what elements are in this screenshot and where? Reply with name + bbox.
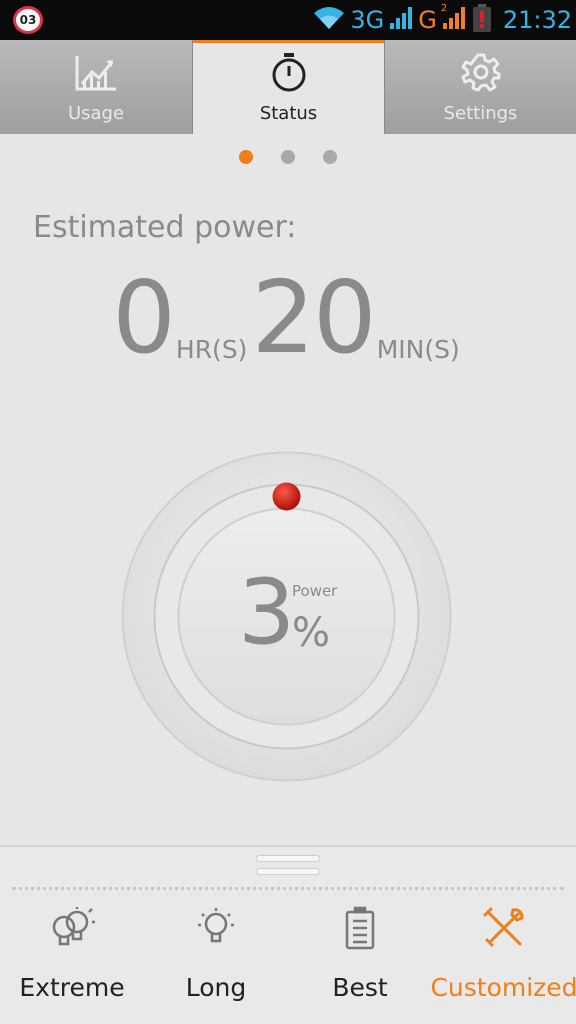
minutes-value: 20 bbox=[251, 259, 376, 376]
stopwatch-icon bbox=[269, 52, 309, 97]
battery-icon bbox=[344, 903, 376, 953]
page-dot-1[interactable] bbox=[239, 150, 253, 164]
mode-best-label: Best bbox=[332, 973, 388, 1002]
page-indicator bbox=[0, 150, 576, 164]
battery-power-label: Power bbox=[292, 582, 338, 600]
tab-status[interactable]: Status bbox=[193, 40, 384, 134]
mode-list: Extreme Long Best Customized bbox=[0, 899, 576, 1002]
mode-customized-label: Customized bbox=[430, 973, 576, 1002]
notification-badge[interactable]: 03 bbox=[13, 6, 43, 34]
dotted-divider bbox=[12, 887, 564, 890]
hours-unit: HR(S) bbox=[175, 335, 248, 364]
tab-status-label: Status bbox=[259, 103, 318, 124]
chart-icon bbox=[74, 54, 118, 97]
estimated-time: 0 HR(S) 20 MIN(S) bbox=[0, 268, 576, 368]
mode-panel: Extreme Long Best Customized bbox=[0, 845, 576, 1024]
mode-long-label: Long bbox=[185, 973, 247, 1002]
tools-icon bbox=[482, 903, 526, 953]
battery-percent-value: 3 bbox=[238, 560, 296, 665]
battery-low-icon bbox=[471, 3, 493, 37]
double-bulb-icon bbox=[47, 903, 97, 953]
battery-percent-sign: % bbox=[292, 610, 331, 656]
tab-usage-label: Usage bbox=[67, 103, 125, 124]
clock: 21:32 bbox=[502, 6, 572, 34]
gear-icon bbox=[461, 52, 501, 97]
mode-best[interactable]: Best bbox=[288, 899, 432, 1002]
wifi-icon bbox=[312, 5, 346, 35]
drag-handle[interactable] bbox=[256, 855, 320, 881]
hours-value: 0 bbox=[112, 259, 176, 376]
bulb-icon bbox=[194, 903, 238, 953]
signal-sim2-icon: 2 bbox=[440, 3, 467, 35]
handle-bar-top bbox=[256, 855, 320, 862]
tab-usage[interactable]: Usage bbox=[0, 40, 193, 134]
tab-bar: Usage Status Settings bbox=[0, 40, 576, 134]
mode-extreme[interactable]: Extreme bbox=[0, 899, 144, 1002]
tab-settings-label: Settings bbox=[443, 103, 518, 124]
status-icons: 3G G 2 21:32 bbox=[312, 0, 572, 40]
page-dot-3[interactable] bbox=[323, 150, 337, 164]
signal-icon bbox=[388, 5, 414, 35]
tab-settings[interactable]: Settings bbox=[384, 40, 576, 134]
notification-count: 03 bbox=[19, 13, 37, 27]
network-g-label: G bbox=[418, 6, 437, 34]
minutes-unit: MIN(S) bbox=[376, 335, 460, 364]
status-bar: 03 3G G 2 21:32 bbox=[0, 0, 576, 40]
network-3g-label: 3G bbox=[350, 6, 385, 34]
mode-extreme-label: Extreme bbox=[19, 973, 125, 1002]
page-dot-2[interactable] bbox=[281, 150, 295, 164]
mode-long[interactable]: Long bbox=[144, 899, 288, 1002]
estimated-power-label: Estimated power: bbox=[33, 210, 297, 245]
sim-index: 2 bbox=[440, 3, 448, 14]
battery-readout: 3 Power % bbox=[120, 450, 453, 783]
mode-customized[interactable]: Customized bbox=[430, 899, 576, 1002]
handle-bar-bottom bbox=[256, 868, 320, 875]
